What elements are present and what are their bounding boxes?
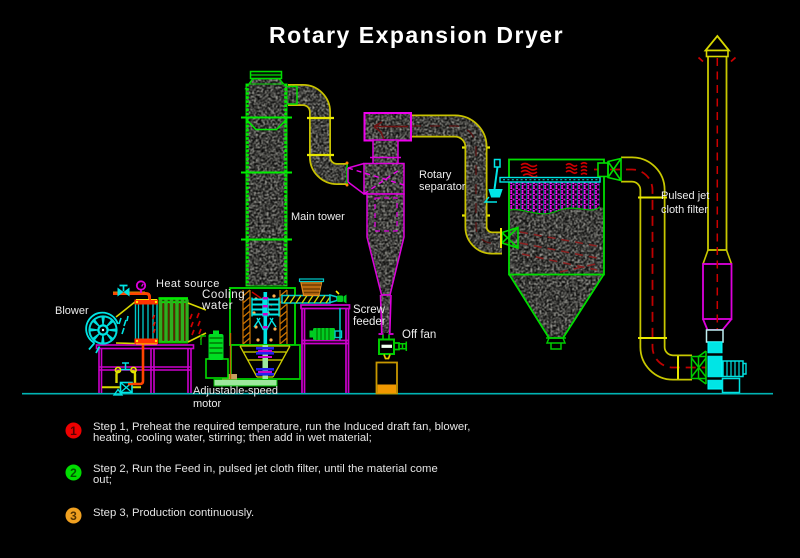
svg-text:2: 2 bbox=[70, 466, 77, 480]
svg-text:1: 1 bbox=[70, 424, 77, 438]
svg-text:3: 3 bbox=[70, 509, 77, 523]
